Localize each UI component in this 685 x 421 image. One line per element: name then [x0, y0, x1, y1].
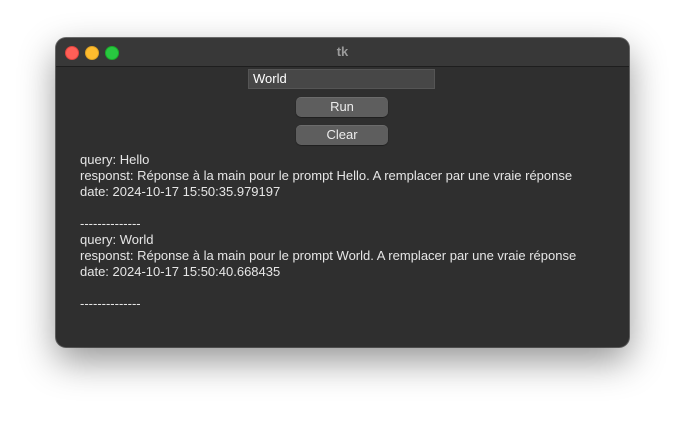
output-line: date: 2024-10-17 15:50:35.979197: [80, 184, 281, 199]
output-line: responst: Réponse à la main pour le prom…: [80, 168, 573, 183]
title-bar[interactable]: tk: [56, 38, 629, 67]
output-text: query: Hello responst: Réponse à la main…: [80, 152, 619, 312]
output-line: date: 2024-10-17 15:50:40.668435: [80, 264, 281, 279]
query-input[interactable]: World: [248, 69, 435, 89]
window-title: tk: [336, 44, 349, 59]
run-button[interactable]: Run: [296, 97, 388, 117]
output-line: responst: Réponse à la main pour le prom…: [80, 248, 577, 263]
output-line: query: World: [80, 232, 154, 247]
app-window: tk World Run Clear query: Hello responst…: [56, 38, 629, 347]
clear-button[interactable]: Clear: [296, 125, 388, 145]
output-line: query: Hello: [80, 152, 150, 167]
output-line: --------------: [80, 216, 141, 231]
output-line: --------------: [80, 296, 141, 311]
